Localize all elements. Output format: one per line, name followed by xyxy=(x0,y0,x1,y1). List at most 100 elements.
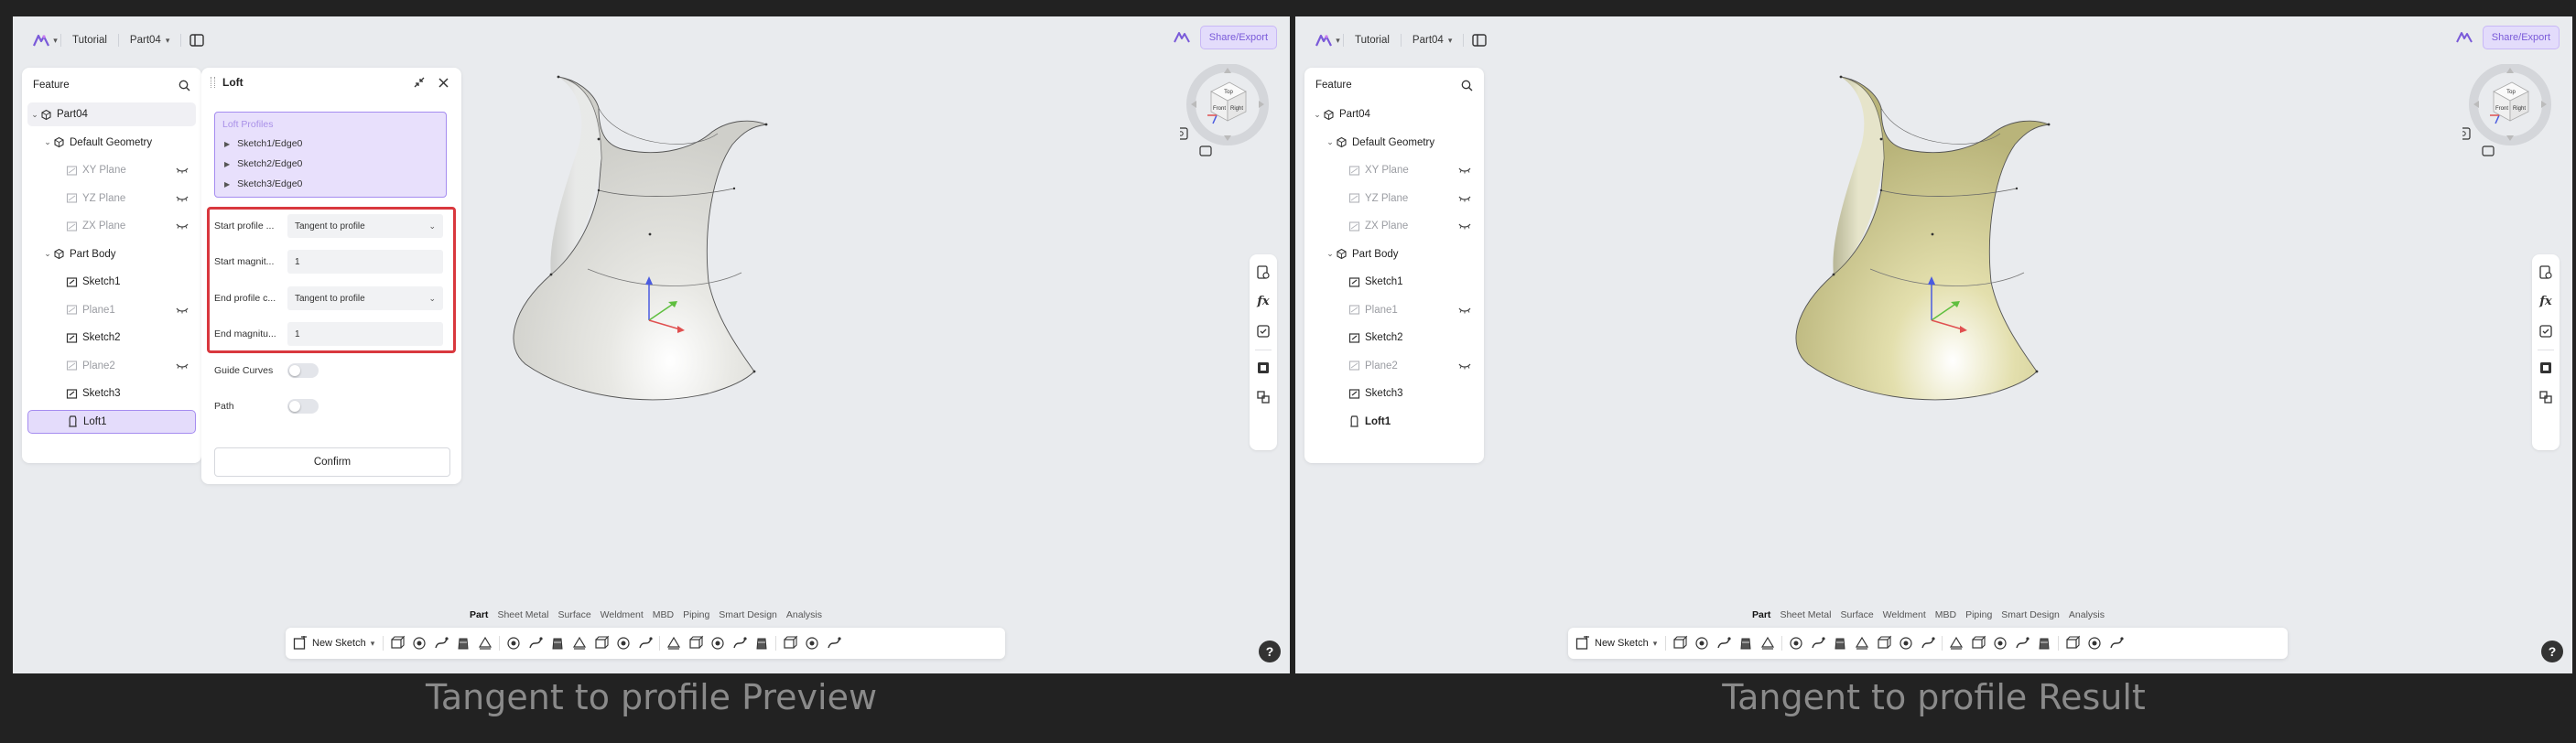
start-magnitude-input[interactable]: 1 xyxy=(287,250,443,274)
tree-item-part04[interactable]: ⌄ Part04 xyxy=(1310,102,1478,126)
breadcrumb-project[interactable]: Tutorial xyxy=(1344,35,1401,46)
tab-part[interactable]: Part xyxy=(1748,609,1775,620)
expand-toggle-icon[interactable]: ⌄ xyxy=(1325,249,1336,259)
tab-sheet-metal[interactable]: Sheet Metal xyxy=(492,609,553,620)
mirror-icon[interactable] xyxy=(685,632,707,654)
expand-toggle-icon[interactable]: ⌄ xyxy=(1312,110,1323,120)
hidden-eye-icon[interactable] xyxy=(1458,194,1471,201)
tab-surface[interactable]: Surface xyxy=(1835,609,1878,620)
breadcrumb-part[interactable]: Part04 ▾ xyxy=(1402,35,1463,46)
draft-icon[interactable] xyxy=(1851,632,1873,654)
profile-item[interactable]: ▶ Sketch2/Edge0 xyxy=(224,158,302,169)
tab-smart-design[interactable]: Smart Design xyxy=(1997,609,2064,620)
share-export-button[interactable]: Share/Export xyxy=(2482,26,2560,49)
hidden-eye-icon[interactable] xyxy=(176,306,189,313)
hidden-eye-icon[interactable] xyxy=(176,194,189,201)
tab-part[interactable]: Part xyxy=(465,609,492,620)
loft-tool-icon[interactable] xyxy=(1735,632,1757,654)
plane-tool-icon[interactable] xyxy=(2062,632,2084,654)
end-magnitude-input[interactable]: 1 xyxy=(287,322,443,346)
boolean-icon[interactable] xyxy=(1989,632,2011,654)
tree-item-part-body[interactable]: ⌄ Part Body xyxy=(1310,242,1478,266)
loft-tool-icon[interactable] xyxy=(452,632,474,654)
view-cube[interactable]: Top Front Right xyxy=(2462,64,2554,165)
tree-item-zx-plane[interactable]: ZX Plane xyxy=(27,214,196,238)
sweep-icon[interactable] xyxy=(1713,632,1735,654)
profile-item[interactable]: ▶ Sketch3/Edge0 xyxy=(224,178,302,189)
tree-item-sketch1[interactable]: Sketch1 xyxy=(1310,270,1478,294)
tree-item-yz-plane[interactable]: YZ Plane xyxy=(27,187,196,210)
tree-item-xy-plane[interactable]: XY Plane xyxy=(1310,158,1478,182)
rib-icon[interactable] xyxy=(590,632,612,654)
parts-library-icon[interactable] xyxy=(1256,361,1271,375)
tab-analysis[interactable]: Analysis xyxy=(782,609,827,620)
hidden-eye-icon[interactable] xyxy=(176,166,189,174)
axis-tool-icon[interactable] xyxy=(2084,632,2105,654)
thicken-icon[interactable] xyxy=(474,632,496,654)
drag-handle-icon[interactable] xyxy=(211,77,215,88)
draft-icon[interactable] xyxy=(568,632,590,654)
chamfer-icon[interactable] xyxy=(525,632,547,654)
plane-tool-icon[interactable] xyxy=(779,632,801,654)
hidden-eye-icon[interactable] xyxy=(1458,221,1471,230)
move-body-icon[interactable] xyxy=(729,632,751,654)
tree-item-part-body[interactable]: ⌄ Part Body xyxy=(27,242,196,266)
shell-icon[interactable] xyxy=(1829,632,1851,654)
tree-item-loft1[interactable]: Loft1 xyxy=(27,409,196,434)
parts-library-icon[interactable] xyxy=(2538,361,2553,375)
profile-item[interactable]: ▶ Sketch1/Edge0 xyxy=(224,138,302,149)
tab-piping[interactable]: Piping xyxy=(1961,609,1997,620)
fillet-icon[interactable] xyxy=(1785,632,1807,654)
tree-item-sketch1[interactable]: Sketch1 xyxy=(27,270,196,294)
tree-item-default-geometry[interactable]: ⌄ Default Geometry xyxy=(27,131,196,155)
sidebar-toggle-button[interactable] xyxy=(187,30,207,50)
shell-icon[interactable] xyxy=(547,632,568,654)
expand-toggle-icon[interactable]: ⌄ xyxy=(42,137,53,147)
checklist-icon[interactable] xyxy=(1256,324,1271,339)
extrude-icon[interactable] xyxy=(386,632,408,654)
hidden-eye-icon[interactable] xyxy=(1458,306,1471,313)
tab-sheet-metal[interactable]: Sheet Metal xyxy=(1775,609,1835,620)
3d-viewport[interactable] xyxy=(1790,44,2247,611)
search-icon[interactable] xyxy=(1461,80,1473,92)
hole-icon[interactable] xyxy=(1895,632,1917,654)
tree-item-default-geometry[interactable]: ⌄ Default Geometry xyxy=(1310,131,1478,155)
measure-icon[interactable] xyxy=(2105,632,2127,654)
3d-viewport[interactable] xyxy=(507,44,965,611)
expand-toggle-icon[interactable]: ⌄ xyxy=(29,110,40,120)
tree-item-zx-plane[interactable]: ZX Plane xyxy=(1310,214,1478,238)
formula-fx-icon[interactable]: fx xyxy=(1256,295,1271,309)
tree-item-loft1[interactable]: Loft1 xyxy=(1310,410,1478,434)
hidden-eye-icon[interactable] xyxy=(1458,166,1471,174)
loft-surface[interactable] xyxy=(513,76,768,401)
tab-weldment[interactable]: Weldment xyxy=(1878,609,1931,620)
thread-icon[interactable] xyxy=(1917,632,1939,654)
assembly-tool-icon[interactable] xyxy=(1256,390,1271,404)
thread-icon[interactable] xyxy=(634,632,656,654)
tab-piping[interactable]: Piping xyxy=(678,609,714,620)
guide-curves-toggle[interactable] xyxy=(287,363,319,378)
revolve-icon[interactable] xyxy=(408,632,430,654)
new-sketch-button[interactable]: New Sketch ▾ xyxy=(1575,636,1662,651)
boolean-icon[interactable] xyxy=(707,632,729,654)
document-settings-icon[interactable] xyxy=(2538,265,2553,280)
rib-icon[interactable] xyxy=(1873,632,1895,654)
tree-item-xy-plane[interactable]: XY Plane xyxy=(27,158,196,182)
tree-item-sketch2[interactable]: Sketch2 xyxy=(27,326,196,350)
hole-icon[interactable] xyxy=(612,632,634,654)
extrude-icon[interactable] xyxy=(1669,632,1691,654)
tree-item-plane1[interactable]: Plane1 xyxy=(1310,298,1478,322)
loft-surface[interactable] xyxy=(1795,76,2051,401)
tab-mbd[interactable]: MBD xyxy=(648,609,678,620)
move-body-icon[interactable] xyxy=(2011,632,2033,654)
display-mode-icon[interactable] xyxy=(2482,145,2495,156)
tree-item-yz-plane[interactable]: YZ Plane xyxy=(1310,187,1478,210)
expand-toggle-icon[interactable]: ⌄ xyxy=(1325,137,1336,147)
tab-weldment[interactable]: Weldment xyxy=(596,609,648,620)
app-logo-menu[interactable]: ▾ xyxy=(29,28,60,52)
tab-analysis[interactable]: Analysis xyxy=(2064,609,2109,620)
help-button[interactable]: ? xyxy=(1259,641,1281,662)
view-cube[interactable]: Top Front Right xyxy=(1180,64,1272,165)
app-logo-menu[interactable]: ▾ xyxy=(1312,28,1343,52)
expand-toggle-icon[interactable]: ⌄ xyxy=(42,249,53,259)
